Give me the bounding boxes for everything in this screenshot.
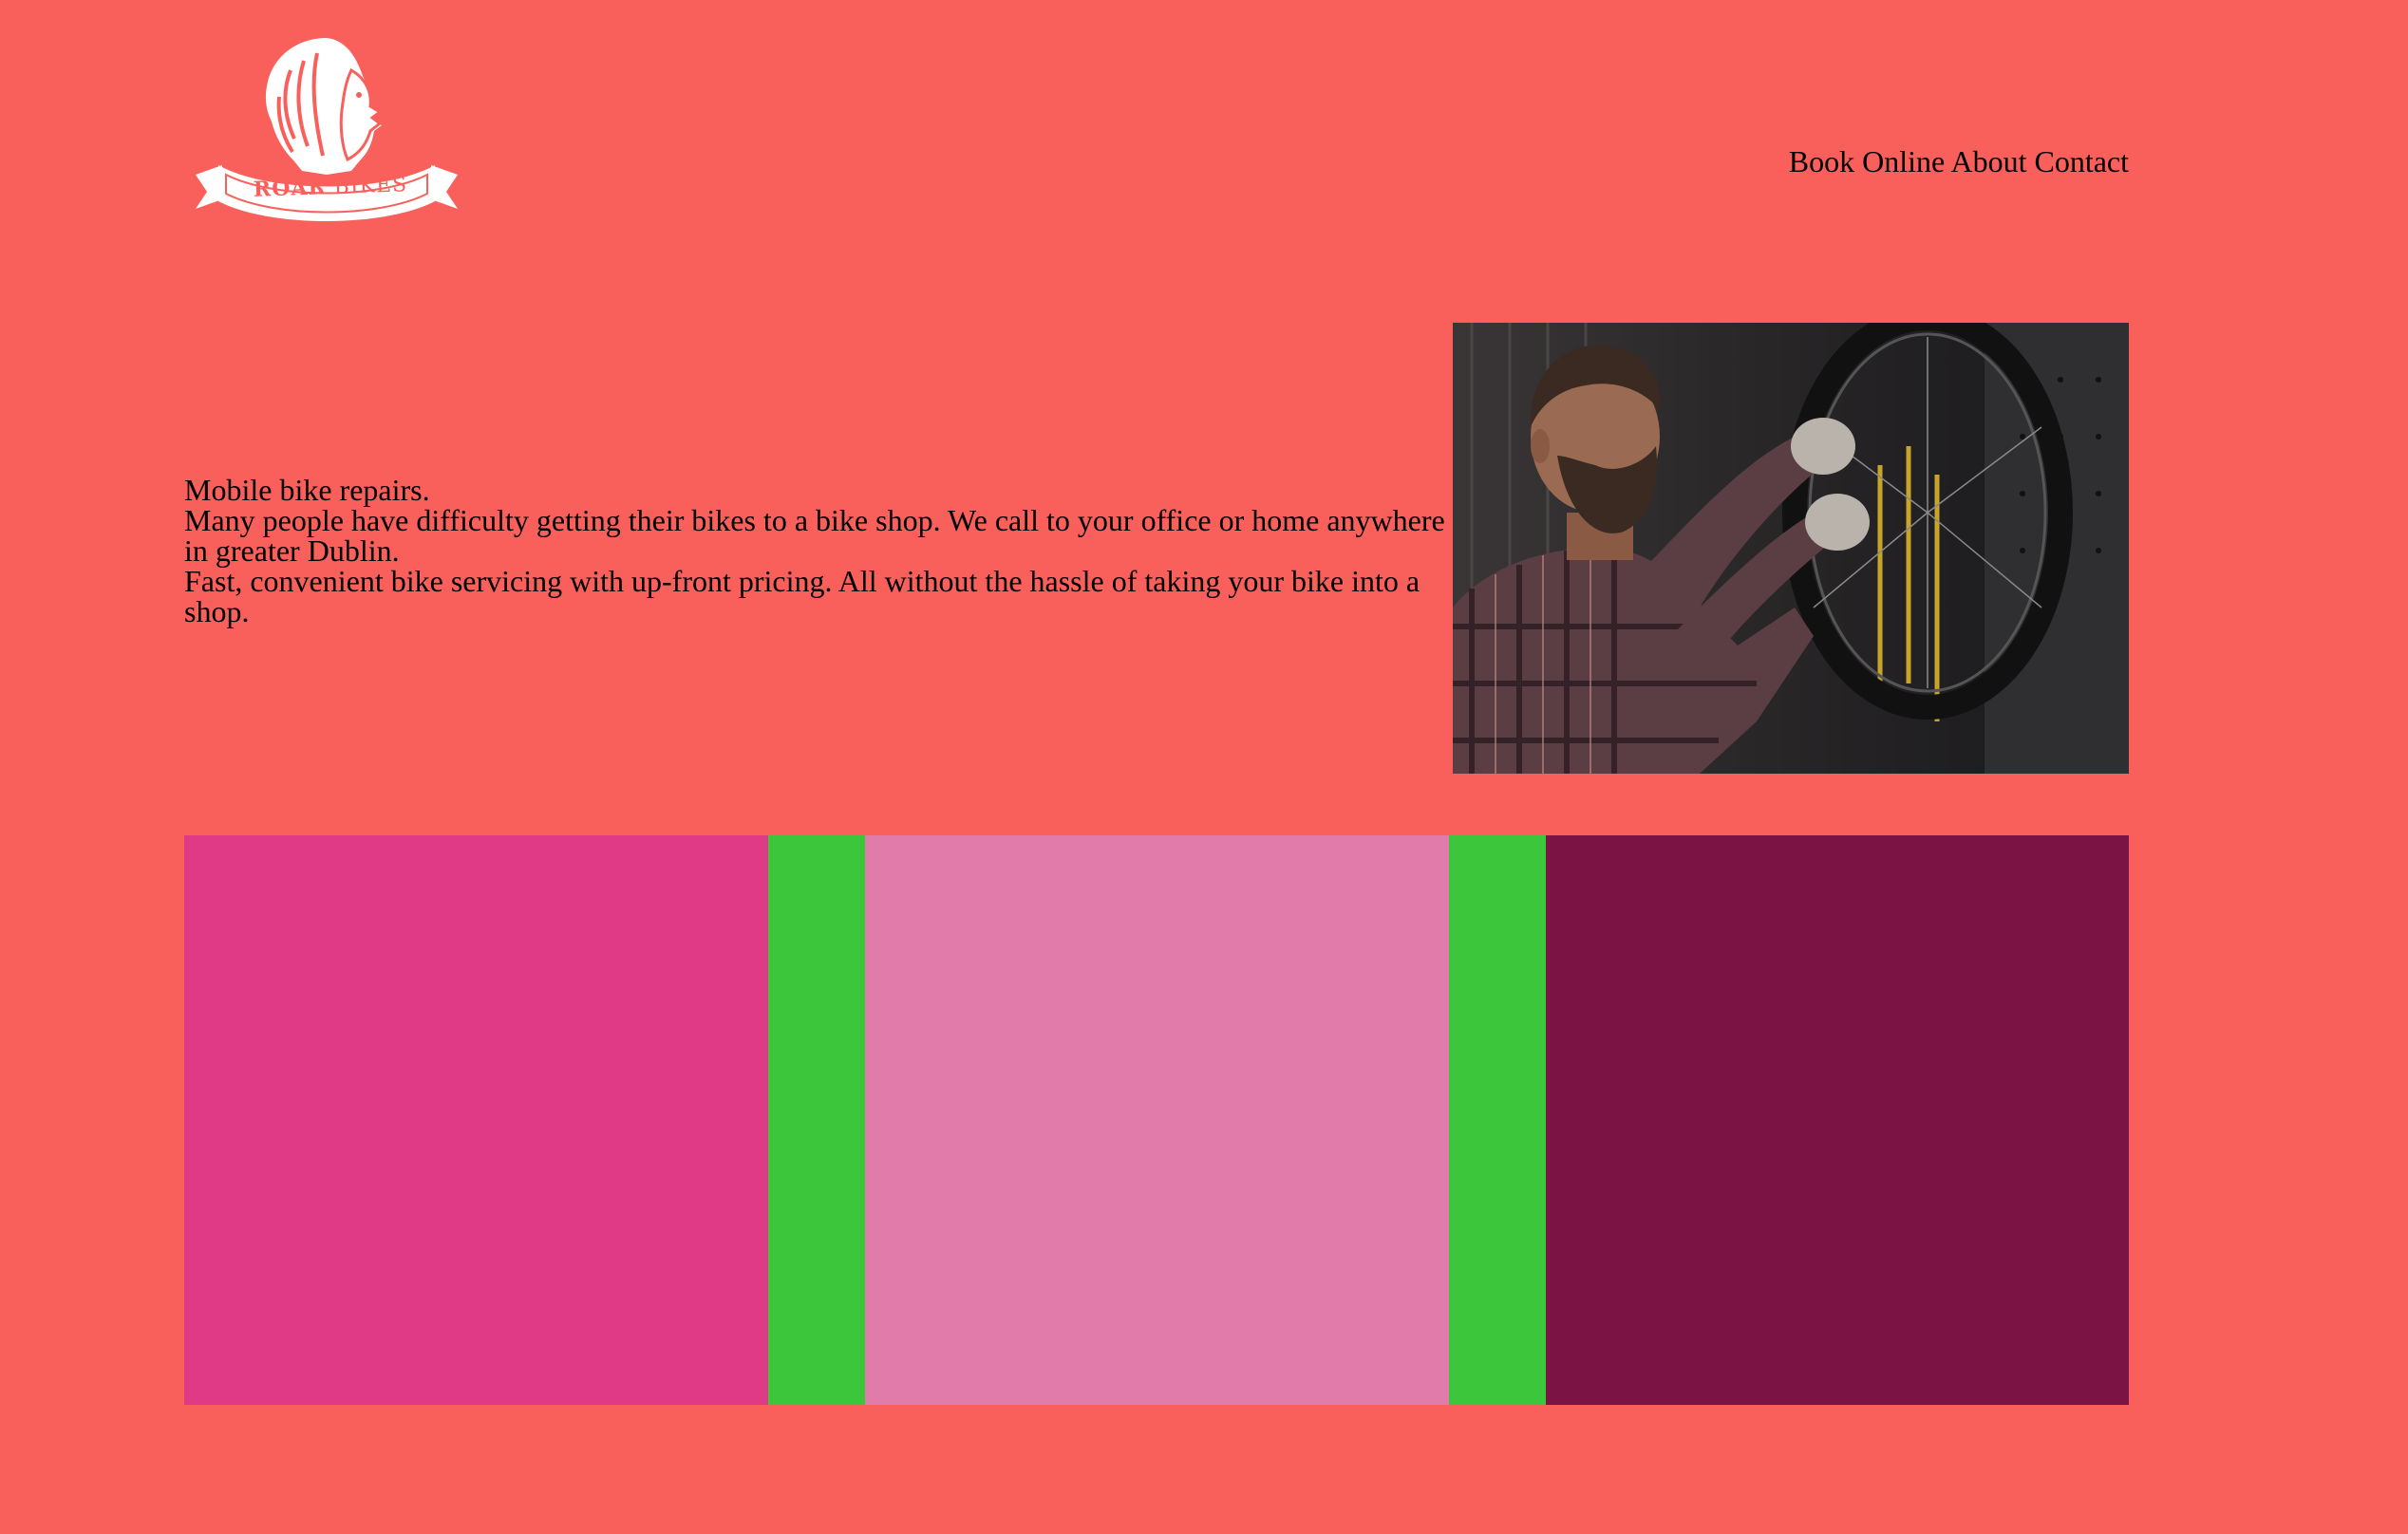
mechanic-photo-illustration <box>1453 323 2129 774</box>
logo-text-bikes: BIKES <box>333 173 408 199</box>
logo-link[interactable]: ROAR BIKES <box>184 32 469 222</box>
site-header: ROAR BIKES Book Online About Contact <box>184 32 2129 222</box>
hero-text: Mobile bike repairs. Many people have di… <box>184 475 1447 627</box>
tile-gutter-1 <box>768 835 865 1405</box>
logo-text-roar: ROAR <box>253 175 328 202</box>
nav-contact[interactable]: Contact <box>2034 144 2129 178</box>
feature-tile-3 <box>1546 835 2129 1405</box>
nav-about[interactable]: About <box>1950 144 2026 178</box>
hero-photo-mechanic <box>1453 323 2129 774</box>
feature-tile-1 <box>184 835 768 1405</box>
hero-heading: Mobile bike repairs. <box>184 473 430 507</box>
feature-tiles <box>184 835 2129 1405</box>
nav-book-online[interactable]: Book Online <box>1789 144 1945 178</box>
hero-paragraph-2: Fast, convenient bike servicing with up-… <box>184 564 1420 628</box>
main-nav: Book Online About Contact <box>1789 142 2129 180</box>
tile-gutter-2 <box>1449 835 1546 1405</box>
hero-paragraph-1: Many people have difficulty getting thei… <box>184 503 1445 568</box>
feature-tile-2 <box>865 835 1449 1405</box>
